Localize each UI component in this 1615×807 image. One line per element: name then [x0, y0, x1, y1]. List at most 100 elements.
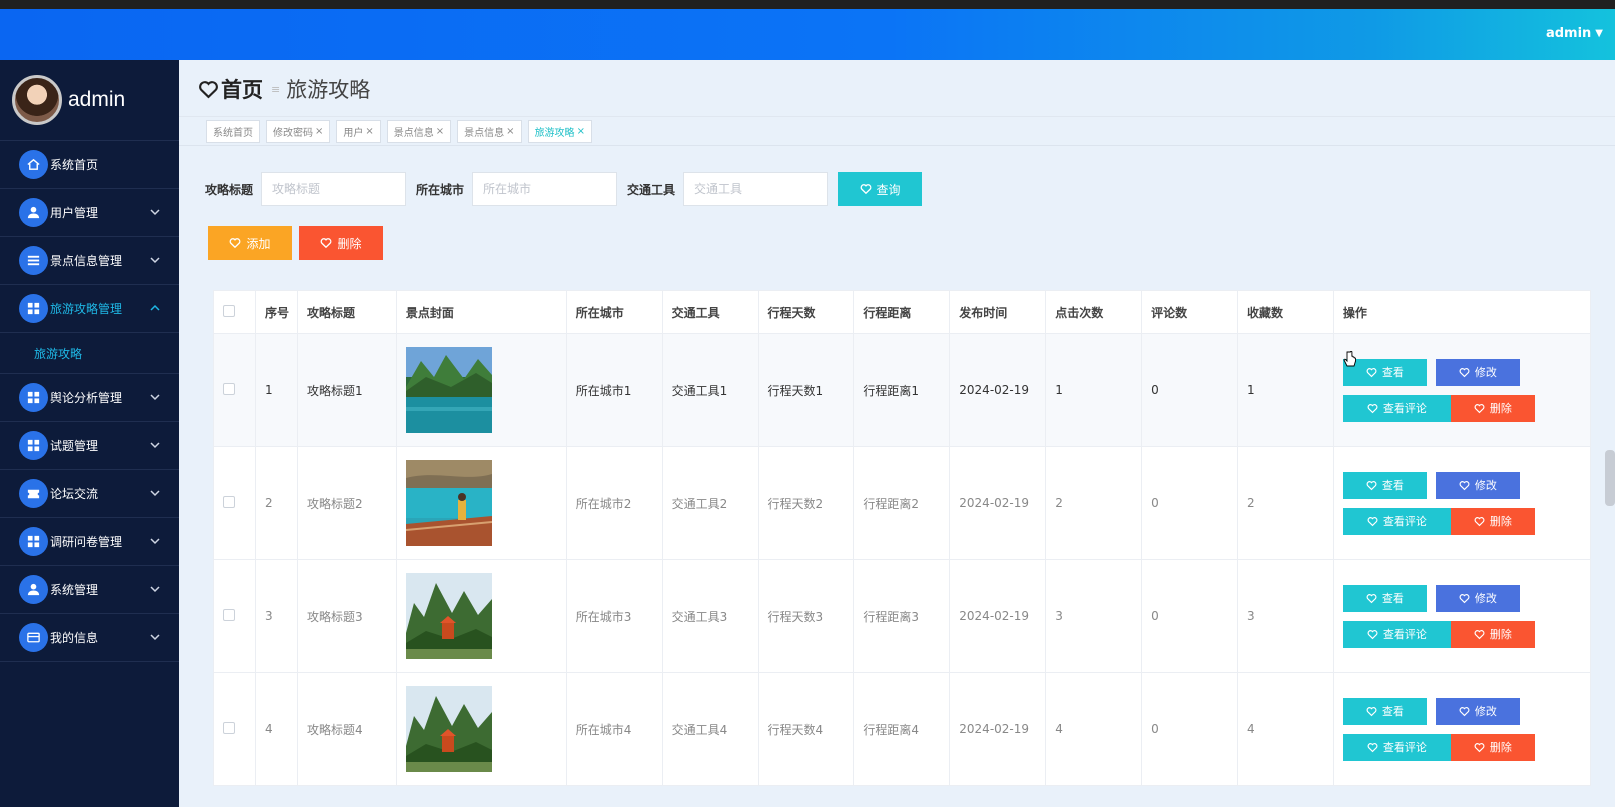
edit-label: 修改: [1474, 479, 1497, 492]
row-select-cell: [213, 672, 256, 786]
sidebar-item-7[interactable]: 调研问卷管理: [0, 518, 179, 566]
delete-button[interactable]: 删除: [1450, 620, 1535, 648]
select-all-checkbox[interactable]: [223, 304, 235, 317]
grid-icon: [19, 527, 48, 556]
view-comments-button[interactable]: 查看评论: [1342, 733, 1451, 761]
close-icon[interactable]: ×: [436, 126, 444, 137]
avatar: [12, 75, 62, 125]
tag-bar: 系统首页 修改密码 × 用户 × 景点信息 × 景点信息 × 旅游攻略 ×: [179, 116, 1615, 146]
cell-days: 行程天数2: [757, 446, 855, 560]
grid-icon: [19, 383, 48, 412]
nav-tag-label: 系统首页: [213, 128, 253, 139]
cell-city: 所在城市1: [565, 333, 663, 447]
view-button[interactable]: 查看: [1342, 697, 1427, 725]
cell-days: 行程天数4: [757, 672, 855, 786]
select-all-cell: [213, 290, 256, 334]
delete-label: 删除: [1489, 628, 1512, 641]
row-checkbox[interactable]: [223, 495, 235, 508]
cell-index: 4: [254, 672, 298, 786]
col-header: 行程距离: [853, 290, 951, 334]
edit-button[interactable]: 修改: [1435, 697, 1520, 725]
cell-transport: 交通工具2: [661, 446, 759, 560]
pointer-cursor-icon: [1343, 351, 1356, 367]
delete-button[interactable]: 删除: [1450, 733, 1535, 761]
cell-cover: [395, 446, 567, 560]
view-button[interactable]: 查看: [1342, 471, 1427, 499]
user-dropdown[interactable]: admin ▼: [1546, 26, 1603, 41]
row-checkbox[interactable]: [223, 608, 235, 621]
top-header: admin ▼: [0, 9, 1615, 60]
batch-delete-button[interactable]: 删除: [299, 226, 383, 260]
heart-icon: [1474, 629, 1485, 639]
nav-tag[interactable]: 修改密码 ×: [266, 120, 331, 143]
nav-tag-label: 景点信息: [393, 128, 434, 139]
title-label: 攻略标题: [205, 182, 254, 197]
heart-icon: [1474, 742, 1485, 752]
cell-favorites: 4: [1236, 672, 1334, 786]
close-icon[interactable]: ×: [506, 126, 514, 137]
sidebar-item-3[interactable]: 旅游攻略管理: [0, 285, 179, 333]
sidebar-item-label: 调研问卷管理: [50, 535, 123, 549]
row-checkbox[interactable]: [223, 382, 235, 395]
search-button[interactable]: 查询: [838, 172, 923, 206]
cell-days: 行程天数3: [757, 559, 855, 673]
delete-button[interactable]: 删除: [1450, 507, 1535, 535]
sidebar-item-label: 舆论分析管理: [50, 391, 123, 405]
nav-tag[interactable]: 用户 ×: [336, 120, 381, 143]
close-icon[interactable]: ×: [315, 126, 323, 137]
cell-comments: 0: [1141, 559, 1238, 673]
close-icon[interactable]: ×: [577, 126, 585, 137]
edit-button[interactable]: 修改: [1435, 584, 1520, 612]
sidebar-item-1[interactable]: 用户管理: [0, 189, 179, 237]
caret-down-icon: ▼: [1595, 28, 1603, 39]
view-comments-button[interactable]: 查看评论: [1342, 507, 1451, 535]
row-checkbox[interactable]: [223, 721, 235, 734]
heart-icon: [1459, 593, 1470, 603]
sidebar-item-5[interactable]: 试题管理: [0, 422, 179, 470]
close-icon[interactable]: ×: [365, 126, 373, 137]
scrollbar-thumb[interactable]: [1605, 450, 1615, 506]
nav-tag-label: 景点信息: [464, 128, 505, 139]
nav-tag-label: 修改密码: [273, 128, 313, 139]
sidebar-item-4[interactable]: 舆论分析管理: [0, 374, 179, 422]
edit-button[interactable]: 修改: [1435, 358, 1520, 386]
col-header: 操作: [1332, 290, 1592, 334]
tag-list: 系统首页 修改密码 × 用户 × 景点信息 × 景点信息 × 旅游攻略 ×: [206, 120, 592, 143]
delete-button[interactable]: 删除: [1450, 394, 1535, 422]
chevron-down-icon: [150, 586, 160, 593]
add-button-label: 添加: [246, 236, 271, 251]
cell-actions: 查看 修改 查看评论 删除: [1332, 333, 1592, 447]
city-search-input[interactable]: [472, 172, 618, 206]
edit-button[interactable]: 修改: [1435, 471, 1520, 499]
sidebar-item-label: 系统管理: [50, 583, 99, 597]
cover-image: [405, 460, 566, 546]
transport-search-input[interactable]: [683, 172, 829, 206]
nav-tag[interactable]: 系统首页: [206, 120, 260, 143]
cell-index: 3: [254, 559, 298, 673]
add-button[interactable]: 添加: [208, 226, 292, 260]
col-header: 序号: [254, 290, 298, 334]
cell-actions: 查看 修改查看评论 删除: [1332, 446, 1592, 560]
sidebar-item-0[interactable]: 系统首页: [0, 141, 179, 189]
nav-tag[interactable]: 旅游攻略 ×: [527, 120, 592, 143]
sidebar-item-6[interactable]: 论坛交流: [0, 470, 179, 518]
sidebar-item-8[interactable]: 系统管理: [0, 566, 179, 614]
col-header: 交通工具: [661, 290, 759, 334]
city-label: 所在城市: [416, 182, 465, 197]
nav-tag[interactable]: 景点信息 ×: [386, 120, 452, 143]
sidebar-item-2[interactable]: 景点信息管理: [0, 237, 179, 285]
view-button[interactable]: 查看: [1342, 584, 1427, 612]
sidebar-item-9[interactable]: 我的信息: [0, 614, 179, 662]
breadcrumb-home[interactable]: 首页: [221, 74, 263, 104]
submenu-item-guides[interactable]: 旅游攻略: [0, 333, 179, 374]
nav-tag[interactable]: 景点信息 ×: [457, 120, 522, 143]
cell-clicks: 3: [1045, 559, 1143, 673]
view-comments-label: 查看评论: [1382, 402, 1427, 415]
view-comments-button[interactable]: 查看评论: [1342, 620, 1451, 648]
submenu-item-label: 旅游攻略: [34, 346, 83, 361]
view-comments-label: 查看评论: [1382, 741, 1427, 754]
title-search-input[interactable]: [261, 172, 407, 206]
search-button-label: 查询: [876, 182, 901, 197]
nav-tag-label: 旅游攻略: [534, 128, 575, 139]
view-comments-button[interactable]: 查看评论: [1342, 394, 1451, 422]
